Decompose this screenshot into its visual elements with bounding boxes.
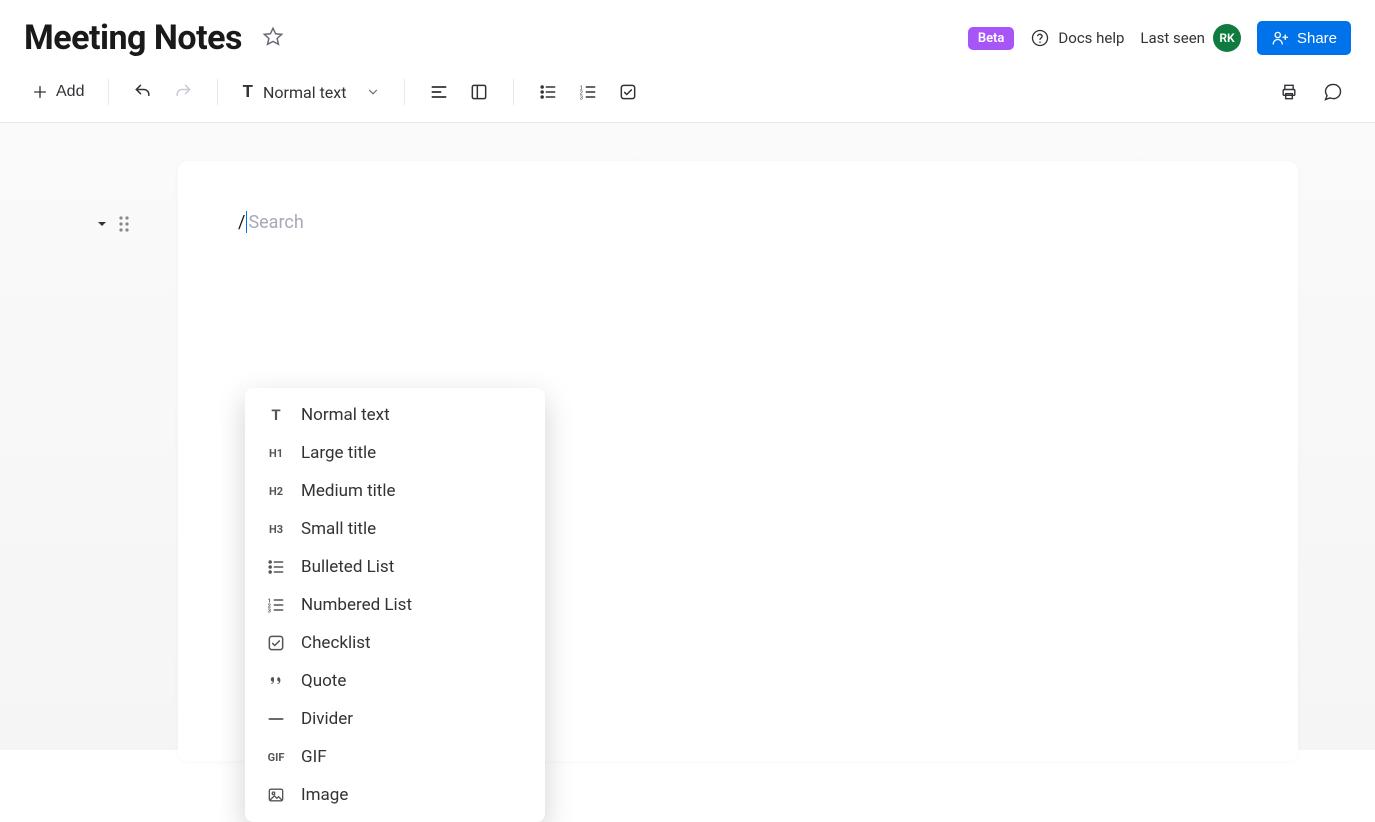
last-seen-label: Last seen	[1140, 29, 1205, 47]
drag-handle-icon[interactable]	[118, 215, 130, 233]
layout-button[interactable]	[461, 76, 497, 108]
menu-checklist[interactable]: Checklist	[245, 624, 541, 662]
checklist-button[interactable]	[610, 76, 646, 108]
menu-large-title-label: Large title	[301, 443, 376, 463]
add-button-label: Add	[56, 83, 84, 101]
share-button[interactable]: Share	[1257, 21, 1351, 55]
menu-image[interactable]: Image	[245, 776, 541, 814]
numbered-list-icon: 123	[578, 82, 598, 102]
toolbar-divider	[404, 79, 405, 105]
slash-character: /	[238, 212, 245, 233]
undo-icon	[133, 82, 153, 102]
menu-numbered-list[interactable]: 123 Numbered List	[245, 586, 541, 624]
search-placeholder: Search	[248, 212, 303, 233]
align-left-icon	[429, 82, 449, 102]
header-bar: Meeting Notes Beta Docs help Last seen	[0, 0, 1375, 68]
comment-icon	[1323, 82, 1343, 102]
beta-badge: Beta	[968, 27, 1015, 50]
text-icon: T	[242, 82, 253, 102]
menu-checklist-icon	[265, 632, 287, 654]
menu-normal-text[interactable]: T Normal text	[245, 396, 541, 434]
menu-gif-icon: GIF	[265, 746, 287, 768]
redo-button[interactable]	[165, 76, 201, 108]
menu-large-title-icon: H1	[265, 442, 287, 464]
chevron-down-icon	[366, 85, 380, 99]
docs-help-label: Docs help	[1058, 29, 1124, 47]
checklist-icon	[618, 82, 638, 102]
favorite-button[interactable]	[258, 22, 288, 55]
text-style-label: Normal text	[263, 83, 346, 102]
menu-divider-label: Divider	[301, 709, 353, 729]
numbered-list-button[interactable]: 123	[570, 76, 606, 108]
document-title[interactable]: Meeting Notes	[24, 18, 242, 58]
avatar[interactable]: RK	[1213, 24, 1241, 52]
toolbar-divider	[217, 79, 218, 105]
share-icon	[1271, 29, 1289, 47]
toolbar-divider	[513, 79, 514, 105]
menu-numbered-list-label: Numbered List	[301, 595, 412, 615]
layout-icon	[469, 82, 489, 102]
menu-divider-icon	[265, 708, 287, 730]
menu-image-label: Image	[301, 785, 348, 805]
menu-quote-icon	[265, 670, 287, 692]
plus-icon	[32, 84, 48, 100]
svg-text:3: 3	[268, 609, 272, 615]
star-icon	[262, 26, 284, 48]
share-button-label: Share	[1297, 30, 1337, 47]
svg-text:3: 3	[580, 96, 583, 102]
menu-gif[interactable]: GIF GIF	[245, 738, 541, 776]
menu-bulleted-list[interactable]: Bulleted List	[245, 548, 541, 586]
menu-small-title-icon: H3	[265, 518, 287, 540]
menu-gif-label: GIF	[301, 747, 327, 767]
menu-bulleted-list-label: Bulleted List	[301, 557, 394, 577]
menu-normal-text-icon: T	[265, 404, 287, 426]
add-button[interactable]: Add	[24, 77, 92, 107]
menu-image-icon	[265, 784, 287, 806]
menu-normal-text-label: Normal text	[301, 405, 390, 425]
menu-small-title[interactable]: H3 Small title	[245, 510, 541, 548]
bulleted-list-icon	[538, 82, 558, 102]
help-icon	[1030, 28, 1050, 48]
menu-quote-label: Quote	[301, 671, 346, 691]
collapse-handle-icon[interactable]	[96, 218, 108, 230]
menu-bulleted-list-icon	[265, 556, 287, 578]
text-style-select[interactable]: T Normal text	[234, 76, 388, 108]
menu-small-title-label: Small title	[301, 519, 376, 539]
menu-medium-title[interactable]: H2 Medium title	[245, 472, 541, 510]
menu-divider[interactable]: Divider	[245, 700, 541, 738]
redo-icon	[173, 82, 193, 102]
block-handles	[96, 215, 130, 233]
print-icon	[1279, 82, 1299, 102]
toolbar: Add T Normal text	[0, 68, 1375, 123]
menu-medium-title-label: Medium title	[301, 481, 395, 501]
menu-medium-title-icon: H2	[265, 480, 287, 502]
docs-help-button[interactable]: Docs help	[1030, 28, 1124, 48]
menu-large-title[interactable]: H1 Large title	[245, 434, 541, 472]
toolbar-divider	[108, 79, 109, 105]
align-button[interactable]	[421, 76, 457, 108]
last-seen-group[interactable]: Last seen RK	[1140, 24, 1241, 52]
slash-menu-list[interactable]: TNormal textH1Large titleH2Medium titleH…	[245, 396, 545, 814]
bulleted-list-button[interactable]	[530, 76, 566, 108]
slash-command-input[interactable]: / Search	[238, 211, 1238, 233]
print-button[interactable]	[1271, 76, 1307, 108]
header-right: Beta Docs help Last seen RK	[968, 21, 1351, 55]
undo-button[interactable]	[125, 76, 161, 108]
menu-checklist-label: Checklist	[301, 633, 371, 653]
text-cursor	[246, 211, 247, 233]
header-left: Meeting Notes	[24, 18, 288, 58]
document-canvas: / Search T Normal text H1 Large title H2 Medi…	[0, 123, 1375, 750]
menu-numbered-list-icon: 123	[265, 594, 287, 616]
menu-quote[interactable]: Quote	[245, 662, 541, 700]
slash-command-menu: TNormal textH1Large titleH2Medium titleH…	[245, 388, 545, 822]
comment-button[interactable]	[1315, 76, 1351, 108]
